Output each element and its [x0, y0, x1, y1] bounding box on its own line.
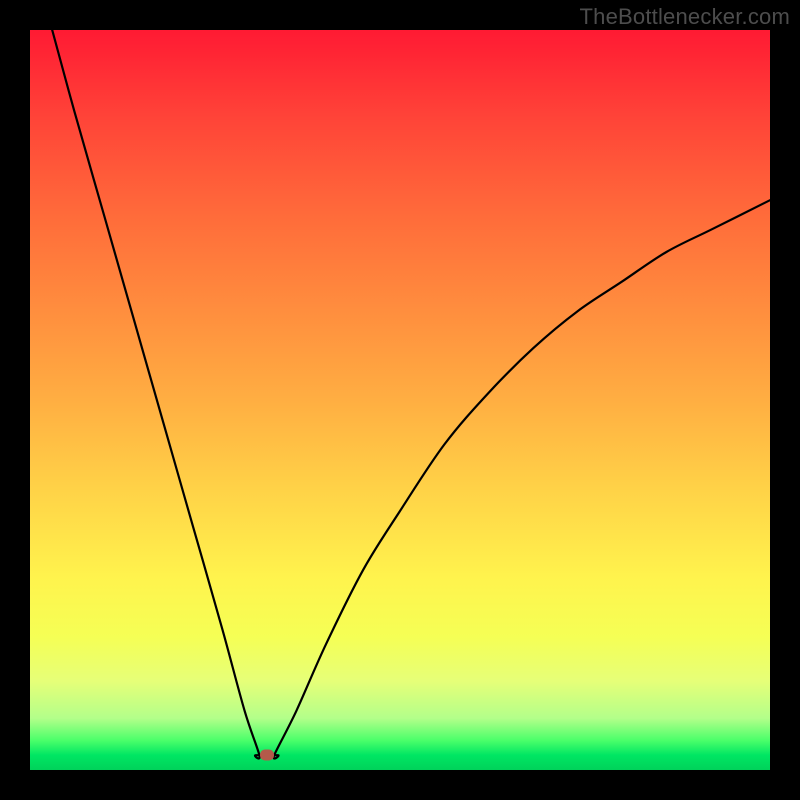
minimum-marker [260, 750, 274, 761]
plot-area [30, 30, 770, 770]
bottleneck-curve [30, 30, 770, 770]
chart-frame: TheBottlenecker.com [0, 0, 800, 800]
watermark-text: TheBottlenecker.com [580, 4, 790, 30]
